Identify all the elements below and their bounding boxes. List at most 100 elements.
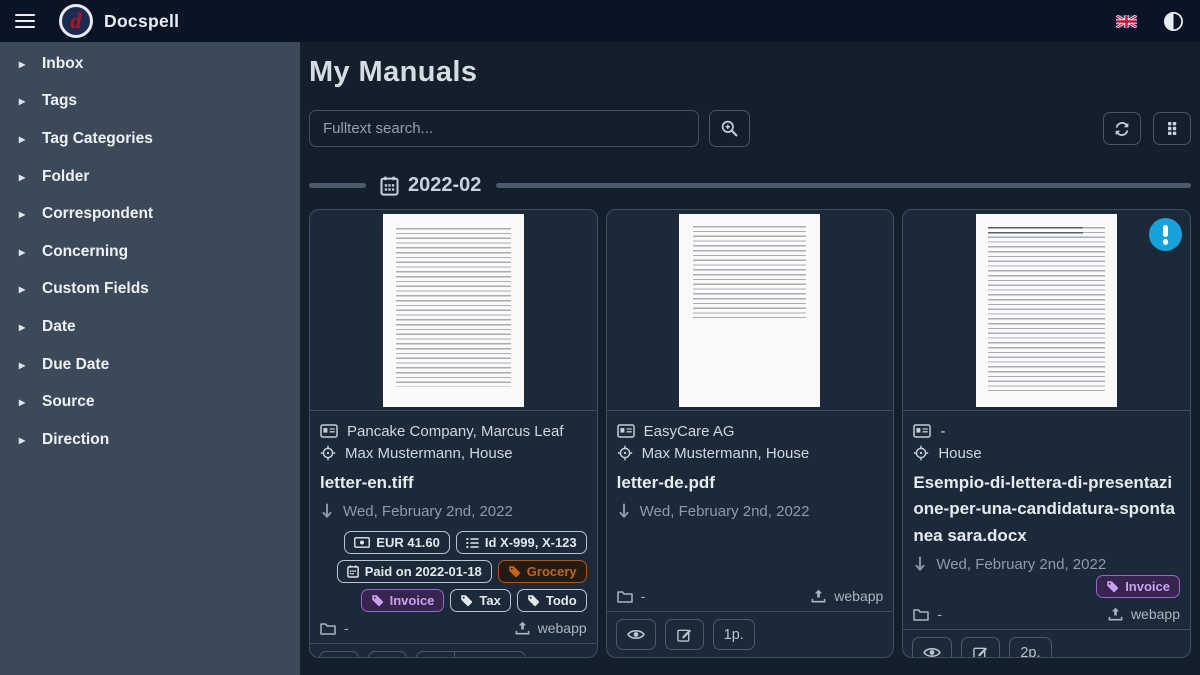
calendar-icon <box>380 176 399 196</box>
badge-label: EUR 41.60 <box>376 535 440 550</box>
edit-button[interactable] <box>665 619 704 650</box>
chevron-right-icon: ▸ <box>19 170 29 184</box>
grid-icon <box>1165 121 1179 136</box>
sidebar-item-due-date[interactable]: ▸ Due Date <box>0 346 300 384</box>
folder-icon <box>320 622 336 635</box>
card-actions: 2p. <box>903 629 1190 658</box>
page-count-button[interactable]: 2p. <box>1009 637 1051 658</box>
app-logo[interactable]: d Docspell <box>59 4 179 38</box>
sidebar: ▸Inbox ▸Tags ▸ Tag Categories ▸ Folder ▸Co… <box>0 42 300 675</box>
calendar-icon <box>347 565 359 578</box>
divider-line <box>496 183 1191 188</box>
crosshairs-icon <box>913 445 929 461</box>
concerning-value: Max Mustermann, House <box>345 445 513 462</box>
menu-hamburger-icon[interactable] <box>15 14 35 29</box>
sidebar-item-tag-categories[interactable]: ▸ Tag Categories <box>0 120 300 158</box>
sidebar-item-label: Direction <box>42 431 109 449</box>
tag-icon <box>508 565 521 578</box>
sidebar-item-source[interactable]: ▸Source <box>0 383 300 421</box>
edit-pencil-icon <box>677 627 692 642</box>
upload-icon <box>811 589 826 604</box>
item-card[interactable]: - House Esempio-di-lettera-di-presentazi… <box>902 209 1191 658</box>
item-date-line: Wed, February 2nd, 2022 <box>617 503 884 520</box>
sidebar-item-label: Tag Categories <box>42 130 153 148</box>
sidebar-item-custom-fields[interactable]: ▸ Custom Fields <box>0 271 300 309</box>
chevron-right-icon: ▸ <box>19 94 29 108</box>
grid-view-button[interactable] <box>1153 112 1191 145</box>
preview-button[interactable] <box>319 651 359 658</box>
chevron-right-icon: ▸ <box>19 320 29 334</box>
concerning-line: House <box>913 445 1180 462</box>
correspondent-line: Pancake Company, Marcus Leaf <box>320 423 587 440</box>
item-name: Esempio-di-lettera-di-presentazione-per-… <box>913 470 1180 549</box>
item-date-line: Wed, February 2nd, 2022 <box>320 503 587 520</box>
chevron-right-icon: ▸ <box>19 358 29 372</box>
sidebar-item-label: Due Date <box>42 356 109 374</box>
page-count-button[interactable]: 1p. <box>713 619 755 650</box>
source-value: webapp <box>834 588 883 604</box>
edit-pencil-icon <box>973 645 988 658</box>
upload-icon <box>515 621 530 636</box>
refresh-button[interactable] <box>1103 112 1141 145</box>
sidebar-item-label: Source <box>42 393 95 411</box>
source-value: webapp <box>538 620 587 636</box>
sidebar-item-inbox[interactable]: ▸Inbox <box>0 45 300 83</box>
fulltext-search-input[interactable] <box>309 110 699 147</box>
refresh-icon <box>1114 121 1130 137</box>
edit-button[interactable] <box>368 651 407 658</box>
search-plus-icon <box>721 120 738 137</box>
chevron-right-icon: ▸ <box>19 132 29 146</box>
thumbnail-area <box>903 210 1190 411</box>
badge-label: Paid on 2022-01-18 <box>365 564 482 579</box>
folder-value: - <box>344 620 349 636</box>
divider-line <box>309 183 366 188</box>
source-value: webapp <box>1131 606 1180 622</box>
logo-letter: d <box>71 10 82 32</box>
item-card[interactable]: Pancake Company, Marcus Leaf Max Musterm… <box>309 209 598 658</box>
preview-button[interactable] <box>616 619 656 650</box>
tag-icon <box>527 594 540 607</box>
main-content: My Manuals <box>300 42 1200 675</box>
edit-button[interactable] <box>961 637 1000 658</box>
dark-mode-toggle-icon[interactable] <box>1163 11 1184 32</box>
item-date: Wed, February 2nd, 2022 <box>936 556 1106 573</box>
sidebar-item-tags[interactable]: ▸Tags <box>0 83 300 121</box>
chevron-right-icon: ▸ <box>19 282 29 296</box>
correspondent-value: EasyCare AG <box>644 423 735 440</box>
sidebar-item-label: Custom Fields <box>42 280 149 298</box>
tag-badge-tax: Tax <box>450 589 510 612</box>
sidebar-item-direction[interactable]: ▸Direction <box>0 421 300 459</box>
folder-icon <box>617 590 633 603</box>
document-thumbnail[interactable] <box>383 214 524 407</box>
folder-value: - <box>937 606 942 622</box>
card-actions: 1p. <box>607 611 894 657</box>
preview-button[interactable] <box>912 637 952 658</box>
chevron-right-icon: ▸ <box>19 57 29 71</box>
docspell-logo-icon: d <box>59 4 93 38</box>
sidebar-item-correspondent[interactable]: ▸Correspondent <box>0 195 300 233</box>
eye-icon <box>923 646 941 658</box>
concerning-value: Max Mustermann, House <box>642 445 810 462</box>
sidebar-item-label: Folder <box>42 168 89 186</box>
date-group-header: 2022-02 <box>309 174 1191 197</box>
document-thumbnail[interactable] <box>679 214 820 407</box>
thumbnail-area <box>607 210 894 411</box>
sidebar-item-concerning[interactable]: ▸Concerning <box>0 233 300 271</box>
tag-badge-invoice: Invoice <box>1096 575 1180 598</box>
page-count: 1p. <box>724 627 744 643</box>
document-thumbnail[interactable] <box>976 214 1117 407</box>
sidebar-item-folder[interactable]: ▸ Folder <box>0 158 300 196</box>
correspondent-value: Pancake Company, Marcus Leaf <box>347 423 564 440</box>
search-button[interactable] <box>709 110 750 147</box>
uk-flag-icon[interactable] <box>1116 15 1137 28</box>
badge-label: Grocery <box>527 564 577 579</box>
item-date: Wed, February 2nd, 2022 <box>640 503 810 520</box>
sidebar-item-date[interactable]: ▸Date <box>0 308 300 346</box>
page-count: 2p. <box>1020 645 1040 658</box>
app-title: Docspell <box>104 11 179 32</box>
item-card[interactable]: EasyCare AG Max Mustermann, House letter… <box>606 209 895 658</box>
page-count: 1/2, 1p. <box>454 652 525 658</box>
paid-date-badge: Paid on 2022-01-18 <box>337 560 492 583</box>
next-attachment-button[interactable] <box>417 652 454 658</box>
badge-label: Tax <box>479 593 500 608</box>
